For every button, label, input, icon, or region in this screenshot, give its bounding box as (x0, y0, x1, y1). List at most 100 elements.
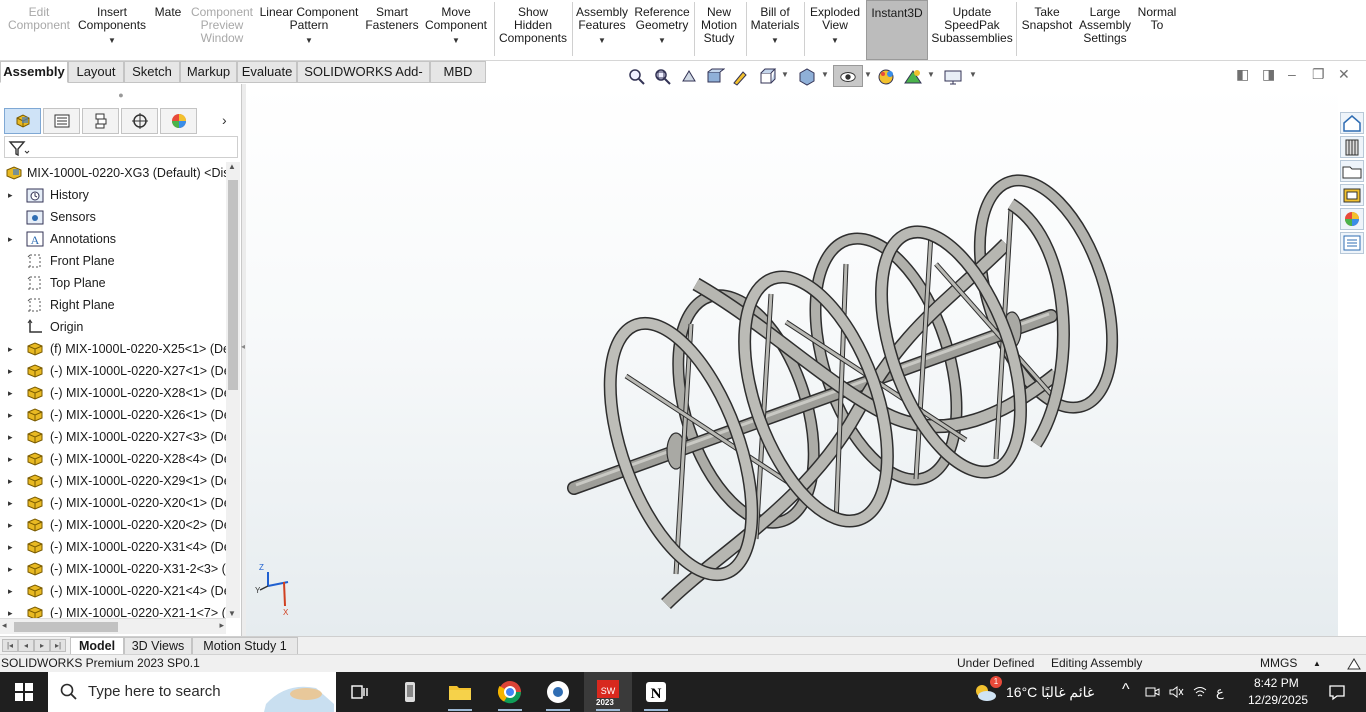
tree-item-history[interactable]: ▸ History (0, 184, 226, 206)
smart-fasteners-button[interactable]: Smart Fasteners (364, 0, 420, 60)
tree-horizontal-scrollbar[interactable]: ◂ ▸ (0, 618, 226, 634)
bill-of-materials-button[interactable]: Bill of Materials ▼ (748, 0, 802, 60)
component-preview-window-button[interactable]: Component Preview Window (190, 0, 254, 60)
chevron-up-icon[interactable]: ▲ (1313, 655, 1321, 672)
expand-arrow-icon[interactable]: ▸ (8, 360, 13, 382)
tree-item-mix-1000l-0220-x20-1-defa[interactable]: ▸ (-) MIX-1000L-0220-X20<1> (Defa (0, 492, 226, 514)
section-view-icon[interactable] (705, 67, 725, 87)
tab-solidworks-add-ins[interactable]: SOLIDWORKS Add-Ins (297, 61, 430, 99)
units-selector[interactable]: MMGS (1260, 655, 1297, 672)
restore-icon[interactable]: ❐ (1312, 66, 1325, 83)
taskbar-app-misc[interactable] (534, 672, 582, 712)
move-component-button[interactable]: Move Component ▼ (420, 0, 492, 60)
scrollbar-thumb[interactable] (14, 622, 118, 632)
expand-arrow-icon[interactable]: ▸ (8, 228, 13, 250)
meet-now-icon[interactable] (1144, 684, 1160, 700)
zoom-to-fit-icon[interactable] (627, 67, 647, 87)
tree-item-mix-1000l-0220-x29-1-defa[interactable]: ▸ (-) MIX-1000L-0220-X29<1> (Defa (0, 470, 226, 492)
chevron-right-icon[interactable]: › (222, 112, 227, 128)
chevron-down-icon[interactable]: ▼ (254, 34, 364, 47)
expand-arrow-icon[interactable]: ▸ (8, 184, 13, 206)
normal-to-button[interactable]: Normal To (1134, 0, 1180, 60)
scroll-left-icon[interactable]: ◂ (2, 620, 7, 631)
chevron-down-icon[interactable]: ▼ (806, 34, 864, 47)
chevron-down-icon[interactable]: ▼ (821, 70, 829, 79)
edit-appearance-icon[interactable] (877, 67, 897, 87)
input-language[interactable]: ع (1216, 684, 1224, 700)
filter-icon[interactable] (8, 139, 30, 157)
expand-arrow-icon[interactable]: ▸ (8, 426, 13, 448)
first-tab-arrow[interactable]: |◂ (2, 639, 18, 652)
expand-arrow-icon[interactable]: ▸ (8, 580, 13, 602)
hide-show-items-button[interactable] (833, 65, 863, 87)
chevron-down-icon[interactable]: ▼ (420, 34, 492, 47)
edit-component-button[interactable]: Edit Component (0, 0, 78, 60)
chevron-down-icon[interactable]: ▼ (864, 70, 872, 79)
graphics-area[interactable]: Z Y X (246, 84, 1338, 636)
tree-filter-bar[interactable] (4, 136, 238, 158)
tree-item-origin[interactable]: Origin (0, 316, 226, 338)
expand-arrow-icon[interactable]: ▸ (8, 404, 13, 426)
wifi-icon[interactable] (1192, 684, 1208, 700)
tab-sketch[interactable]: Sketch (124, 61, 180, 83)
configuration-manager-tab[interactable] (82, 108, 119, 134)
previous-view-icon[interactable] (679, 67, 699, 87)
tree-item-sensors[interactable]: Sensors (0, 206, 226, 228)
tree-item-mix-1000l-0220-x27-1-defa[interactable]: ▸ (-) MIX-1000L-0220-X27<1> (Defa (0, 360, 226, 382)
model-mixer-agitator[interactable] (246, 84, 1338, 636)
tree-item-right-plane[interactable]: Right Plane (0, 294, 226, 316)
panel-grip[interactable]: ● (0, 84, 242, 106)
close-icon[interactable]: ✕ (1338, 66, 1350, 83)
view-settings-icon[interactable] (943, 67, 963, 87)
tab-assembly[interactable]: Assembly (0, 61, 68, 83)
expand-arrow-icon[interactable]: ▸ (8, 514, 13, 536)
zoom-to-area-icon[interactable] (653, 67, 673, 87)
tab-mbd[interactable]: MBD (430, 61, 486, 83)
expand-arrow-icon[interactable]: ▸ (8, 602, 13, 618)
task-view-button[interactable] (336, 672, 384, 712)
tree-item-mix-1000l-0220-x28-4-defa[interactable]: ▸ (-) MIX-1000L-0220-X28<4> (Defa (0, 448, 226, 470)
scroll-up-icon[interactable]: ▲ (228, 162, 236, 171)
chevron-down-icon[interactable]: ▼ (781, 70, 789, 79)
tree-item-f-mix-1000l-0220-x25-1-defa[interactable]: ▸ (f) MIX-1000L-0220-X25<1> (Defa (0, 338, 226, 360)
take-snapshot-button[interactable]: Take Snapshot (1018, 0, 1076, 60)
insert-components-button[interactable]: Insert Components ▼ (78, 0, 146, 60)
chevron-down-icon[interactable]: ▼ (78, 34, 146, 47)
taskbar-search-box[interactable]: Type here to search (48, 672, 336, 712)
prev-tab-arrow[interactable]: ◂ (18, 639, 34, 652)
linear-component-pattern-button[interactable]: Linear Component Pattern ▼ (254, 0, 364, 60)
dimxpert-manager-tab[interactable] (121, 108, 158, 134)
taskbar-app-solidworks[interactable]: SW 2023 (584, 672, 632, 712)
clock-date[interactable]: 12/29/2025 (1248, 693, 1308, 707)
solidworks-resources-tab[interactable] (1340, 112, 1364, 134)
display-manager-tab[interactable] (160, 108, 197, 134)
dynamic-annotation-icon[interactable] (731, 67, 751, 87)
tree-item-mix-1000l-0220-x26-1-defa[interactable]: ▸ (-) MIX-1000L-0220-X26<1> (Defa (0, 404, 226, 426)
tab-motion-study[interactable]: Motion Study 1 (192, 637, 298, 655)
view-palette-tab[interactable] (1340, 184, 1364, 206)
tree-item-mix-1000l-0220-x28-1-defa[interactable]: ▸ (-) MIX-1000L-0220-X28<1> (Defa (0, 382, 226, 404)
chevron-down-icon[interactable]: ▼ (574, 34, 630, 47)
collapse-panel-icon[interactable]: ◂ (241, 342, 245, 351)
property-manager-tab[interactable] (43, 108, 80, 134)
show-hidden-components-button[interactable]: Show Hidden Components (496, 0, 570, 60)
chevron-down-icon[interactable]: ▼ (748, 34, 802, 47)
tree-item-mix-1000l-0220-x31-4-defa[interactable]: ▸ (-) MIX-1000L-0220-X31<4> (Defa (0, 536, 226, 558)
tile-left-icon[interactable]: ◧ (1236, 66, 1249, 83)
instant3d-button[interactable]: Instant3D (866, 0, 928, 60)
display-style-icon[interactable] (797, 67, 817, 87)
expand-arrow-icon[interactable]: ▸ (8, 338, 13, 360)
tree-item-mix-1000l-0220-x21-4-defa[interactable]: ▸ (-) MIX-1000L-0220-X21<4> (Defa (0, 580, 226, 602)
tab-evaluate[interactable]: Evaluate (237, 61, 297, 83)
scroll-down-icon[interactable]: ▼ (228, 609, 236, 618)
view-orientation-icon[interactable] (757, 67, 777, 87)
scroll-right-icon[interactable]: ▸ (219, 620, 224, 631)
chevron-down-icon[interactable]: ▼ (630, 34, 694, 47)
clock-time[interactable]: 8:42 PM (1254, 676, 1299, 690)
featuremanager-tree-tab[interactable] (4, 108, 41, 134)
expand-arrow-icon[interactable]: ▸ (8, 382, 13, 404)
volume-icon[interactable] (1168, 684, 1184, 700)
tree-item-mix-1000l-0220-x31-2-3-d[interactable]: ▸ (-) MIX-1000L-0220-X31-2<3> (D (0, 558, 226, 580)
taskbar-app-phone[interactable] (386, 672, 434, 712)
tab-layout[interactable]: Layout (68, 61, 124, 83)
